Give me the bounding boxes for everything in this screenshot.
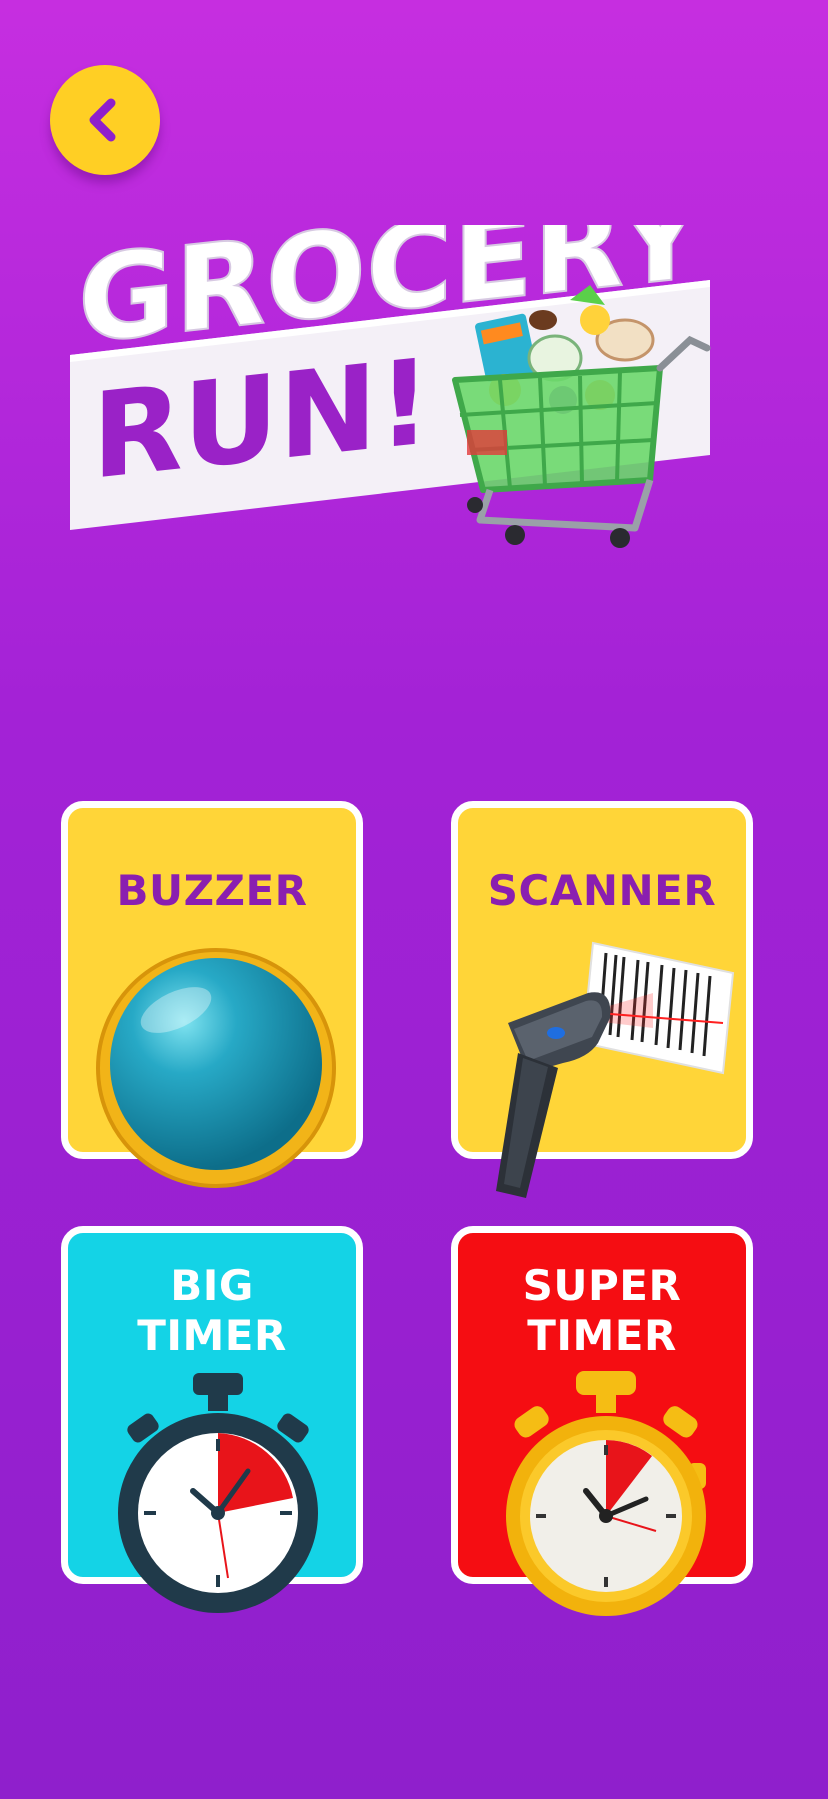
super-timer-label-line2: TIMER <box>527 1311 677 1360</box>
back-button[interactable] <box>50 65 160 175</box>
chevron-left-icon <box>89 98 116 142</box>
super-timer-tile[interactable]: SUPER TIMER <box>451 1226 753 1616</box>
scanner-tile[interactable]: SCANNER <box>451 801 753 1198</box>
golden-stopwatch-icon <box>506 1371 706 1616</box>
game-logo: GROCERY RUN! <box>70 166 770 595</box>
barcode-scanner-icon <box>496 941 735 1198</box>
super-timer-label: SUPER TIMER <box>458 1261 746 1361</box>
scanner-label: SCANNER <box>487 866 717 915</box>
buzzer-button-icon <box>96 948 336 1188</box>
big-timer-tile[interactable]: BIG TIMER <box>61 1226 363 1613</box>
super-timer-label-line1: SUPER <box>522 1261 682 1310</box>
big-timer-label: BIG TIMER <box>68 1261 356 1361</box>
buzzer-tile[interactable]: BUZZER <box>61 801 363 1188</box>
stopwatch-icon <box>118 1373 318 1613</box>
big-timer-label-line2: TIMER <box>137 1311 287 1360</box>
big-timer-label-line1: BIG <box>170 1261 254 1310</box>
buzzer-label: BUZZER <box>116 866 308 915</box>
